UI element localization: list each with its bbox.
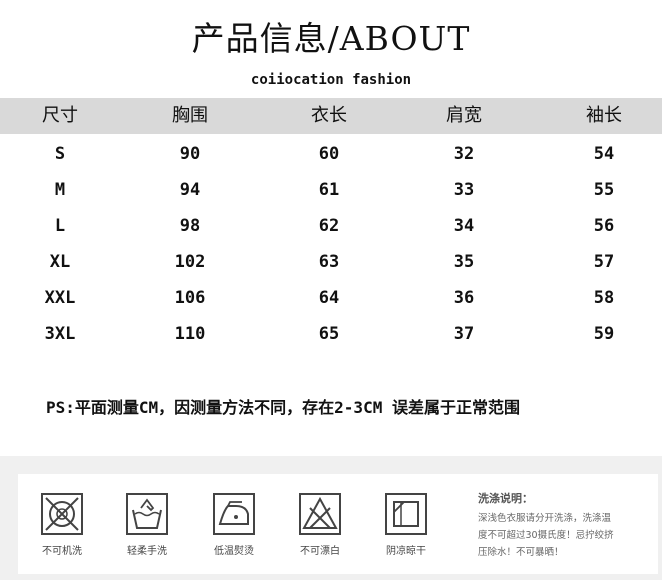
brand-subtitle: coiiocation fashion bbox=[250, 72, 412, 88]
cell-shoulder: 32 bbox=[453, 144, 475, 164]
cell-length: 65 bbox=[318, 324, 340, 344]
wash-instructions: 深浅色衣服请分开洗涤，洗涤温 度不可超过30摄氏度！忌拧绞挤 压除水！不可暴晒！ bbox=[478, 510, 650, 561]
no-machine-wash-icon bbox=[41, 493, 83, 535]
cell-shoulder: 37 bbox=[453, 324, 475, 344]
cell-sleeve: 56 bbox=[593, 216, 615, 236]
cell-sleeve: 57 bbox=[593, 252, 615, 272]
wash-instruction-line: 压除水！不可暴晒！ bbox=[478, 547, 564, 558]
low-iron-icon bbox=[213, 493, 255, 535]
measurement-note: PS:平面测量CM，因测量方法不同，存在2-3CM 误差属于正常范围 bbox=[46, 398, 520, 417]
cell-length: 61 bbox=[318, 180, 340, 200]
table-row: S 90 60 32 54 bbox=[0, 136, 662, 172]
page-title: 产品信息/ABOUT bbox=[191, 19, 471, 58]
column-header-chest: 胸围 bbox=[172, 105, 208, 126]
care-label: 不可漂白 bbox=[300, 546, 340, 557]
cell-shoulder: 36 bbox=[453, 288, 475, 308]
care-label: 轻柔手洗 bbox=[127, 546, 167, 557]
cell-length: 64 bbox=[318, 288, 340, 308]
cell-chest: 98 bbox=[179, 216, 201, 236]
wash-instruction-line: 深浅色衣服请分开洗涤，洗涤温 bbox=[478, 513, 612, 524]
cell-length: 62 bbox=[318, 216, 340, 236]
column-header-shoulder: 肩宽 bbox=[446, 105, 482, 126]
wash-instruction-line: 度不可超过30摄氏度！忌拧绞挤 bbox=[478, 530, 614, 541]
shade-dry-icon bbox=[385, 493, 427, 535]
cell-size: L bbox=[54, 216, 66, 236]
care-label: 阴凉晾干 bbox=[386, 546, 426, 557]
table-row: XL 102 63 35 57 bbox=[0, 244, 662, 280]
no-bleach-icon bbox=[299, 493, 341, 535]
care-item-low-iron: 低温熨烫 bbox=[199, 492, 269, 557]
cell-chest: 110 bbox=[174, 324, 206, 344]
column-header-length: 衣长 bbox=[311, 105, 347, 126]
cell-chest: 94 bbox=[179, 180, 201, 200]
care-item-no-bleach: 不可漂白 bbox=[285, 492, 355, 557]
cell-shoulder: 34 bbox=[453, 216, 475, 236]
cell-size: XXL bbox=[44, 288, 76, 308]
cell-chest: 106 bbox=[174, 288, 206, 308]
care-label: 不可机洗 bbox=[42, 546, 82, 557]
cell-size: M bbox=[54, 180, 66, 200]
wash-instructions-title: 洗涤说明： bbox=[478, 492, 533, 505]
column-header-size: 尺寸 bbox=[42, 105, 78, 126]
cell-chest: 102 bbox=[174, 252, 206, 272]
cell-sleeve: 59 bbox=[593, 324, 615, 344]
cell-size: 3XL bbox=[44, 324, 76, 344]
cell-sleeve: 55 bbox=[593, 180, 615, 200]
cell-chest: 90 bbox=[179, 144, 201, 164]
size-table-header: 尺寸 胸围 衣长 肩宽 袖长 bbox=[0, 98, 662, 134]
table-row: XXL 106 64 36 58 bbox=[0, 280, 662, 316]
table-row: L 98 62 34 56 bbox=[0, 208, 662, 244]
care-item-shade-dry: 阴凉晾干 bbox=[371, 492, 441, 557]
cell-size: S bbox=[54, 144, 66, 164]
care-item-no-machine-wash: 不可机洗 bbox=[27, 492, 97, 557]
care-label: 低温熨烫 bbox=[214, 546, 254, 557]
column-header-sleeve: 袖长 bbox=[586, 105, 622, 126]
table-row: 3XL 110 65 37 59 bbox=[0, 316, 662, 352]
cell-shoulder: 35 bbox=[453, 252, 475, 272]
cell-size: XL bbox=[49, 252, 71, 272]
cell-shoulder: 33 bbox=[453, 180, 475, 200]
hand-wash-icon bbox=[126, 493, 168, 535]
care-item-hand-wash: 轻柔手洗 bbox=[112, 492, 182, 557]
cell-length: 60 bbox=[318, 144, 340, 164]
cell-sleeve: 58 bbox=[593, 288, 615, 308]
cell-sleeve: 54 bbox=[593, 144, 615, 164]
table-row: M 94 61 33 55 bbox=[0, 172, 662, 208]
cell-length: 63 bbox=[318, 252, 340, 272]
